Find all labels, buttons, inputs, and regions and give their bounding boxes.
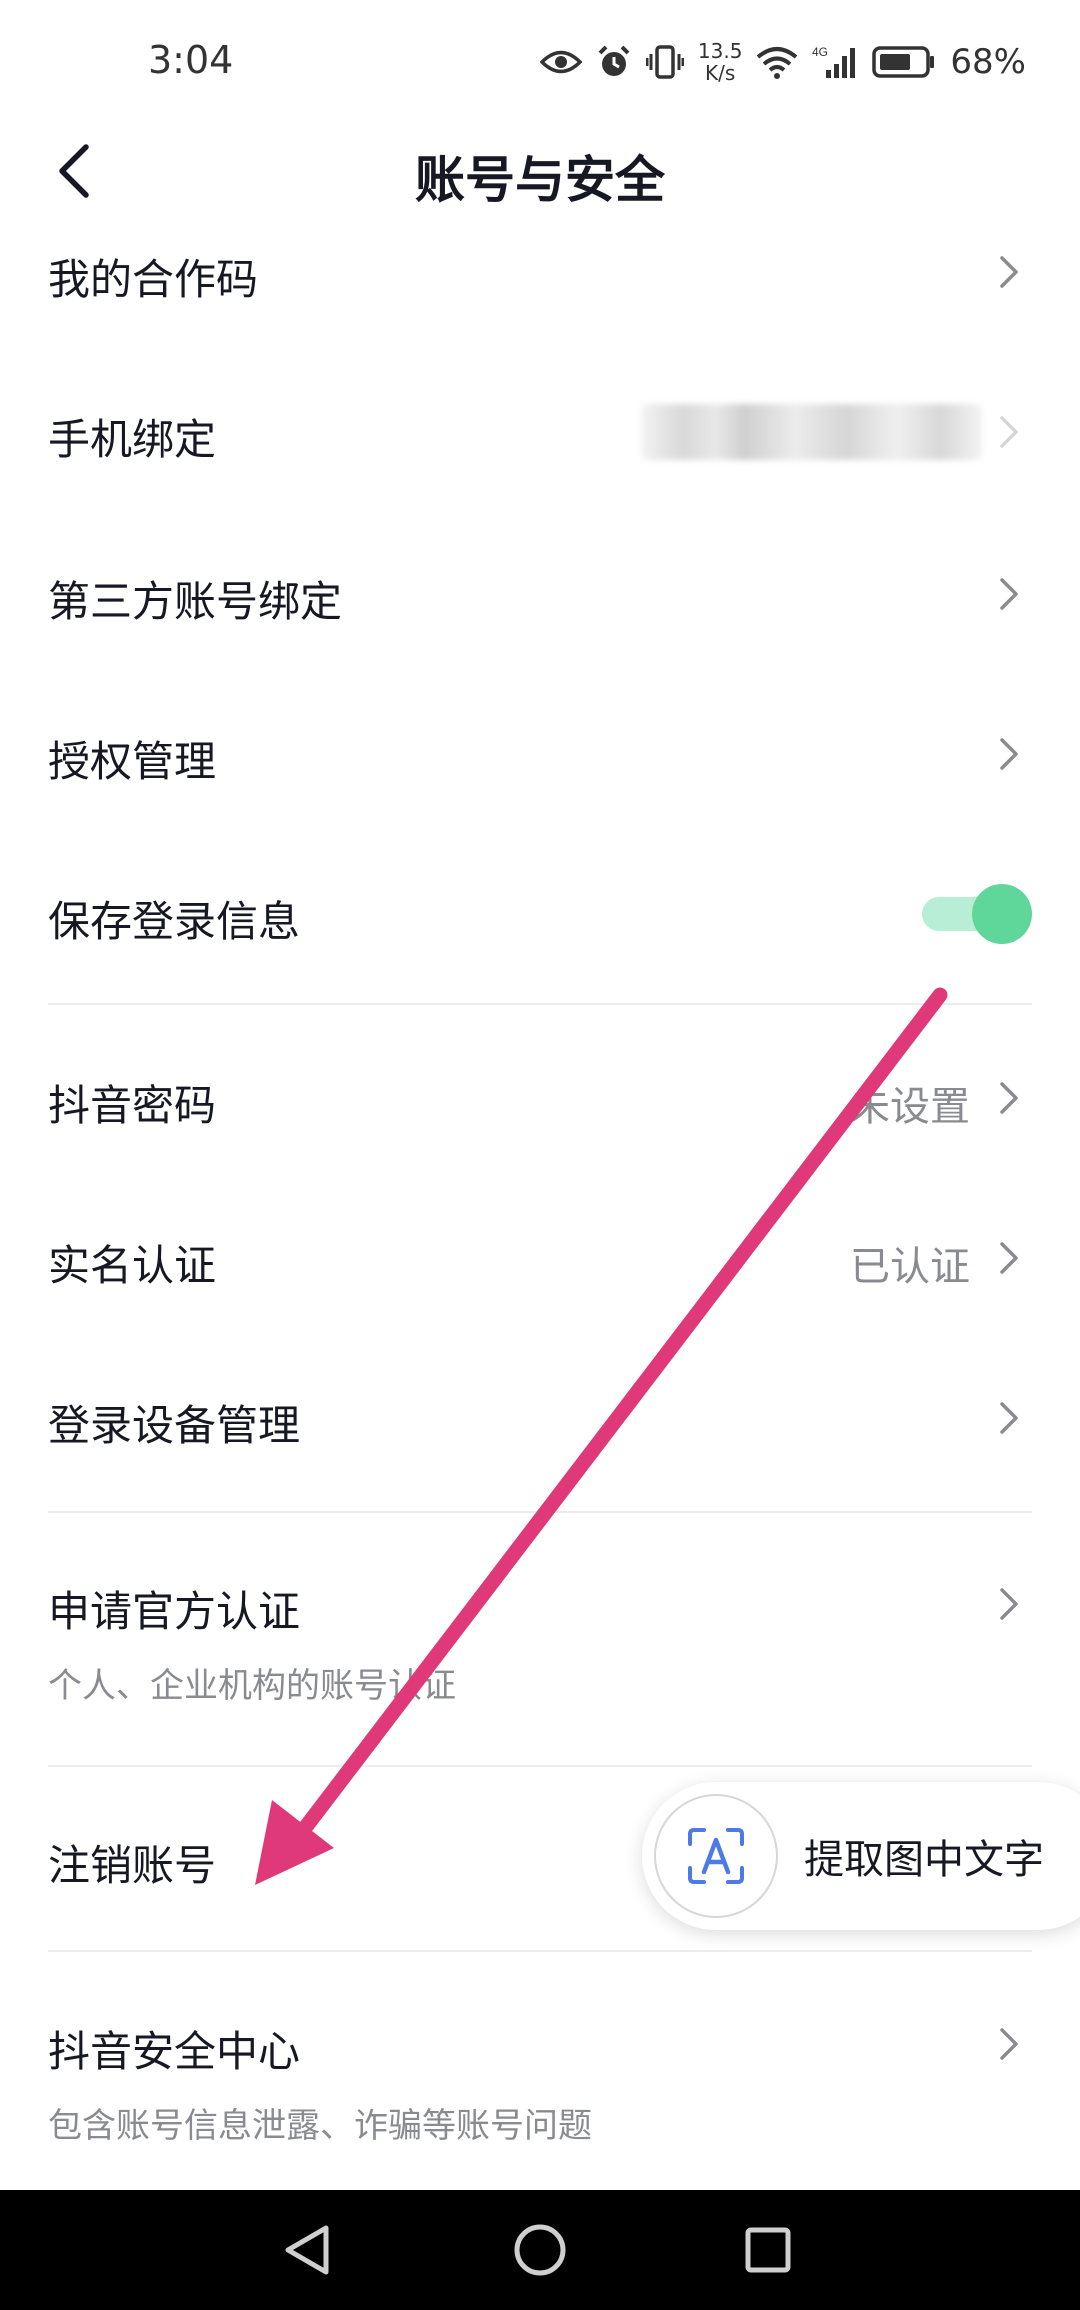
list-item-real-name[interactable]: 实名认证 已认证 (48, 1218, 1032, 1298)
password-label: 抖音密码 (48, 1081, 217, 1130)
list-item-security-center[interactable]: 抖音安全中心 包含账号信息泄露、诈骗等账号问题 (48, 2002, 1032, 2152)
status-icons: 13.5 K/s 4G 68% (539, 36, 1026, 88)
triangle-back-icon (285, 2225, 329, 2275)
page-title: 账号与安全 (415, 151, 665, 209)
official-verify-label: 申请官方认证 (48, 1587, 301, 1636)
net-speed: 13.5 K/s (698, 40, 743, 84)
cooperation-code-label: 我的合作码 (48, 255, 259, 304)
list-item-official-verify[interactable]: 申请官方认证 个人、企业机构的账号认证 (48, 1562, 1032, 1712)
text-scan-icon (688, 1828, 744, 1884)
divider (48, 1950, 1032, 1952)
list-item-third-party-binding[interactable]: 第三方账号绑定 (48, 554, 1032, 634)
chevron-right-icon (1000, 256, 1018, 288)
battery-icon (872, 45, 936, 79)
deactivate-label: 注销账号 (48, 1841, 217, 1890)
alarm-icon (596, 44, 632, 80)
chevron-right-icon (1000, 1242, 1018, 1274)
extract-text-button[interactable]: 提取图中文字 (642, 1782, 1080, 1930)
list-item-devices[interactable]: 登录设备管理 (48, 1378, 1032, 1458)
circle-home-icon (514, 2224, 566, 2276)
divider (48, 1003, 1032, 1005)
eye-icon (539, 47, 582, 77)
nav-back-button[interactable] (268, 2210, 348, 2290)
real-name-label: 实名认证 (48, 1241, 217, 1290)
toggle-knob (972, 884, 1032, 944)
cellular-signal-icon: 4G (812, 44, 858, 80)
third-party-binding-label: 第三方账号绑定 (48, 577, 343, 626)
chevron-right-icon (1000, 2028, 1018, 2060)
password-status: 未设置 (850, 1084, 970, 1130)
list-item-save-login: 保存登录信息 (48, 874, 1032, 954)
square-recents-icon (745, 2227, 791, 2273)
nav-home-button[interactable] (500, 2210, 580, 2290)
system-nav-bar (0, 2190, 1080, 2310)
list-item-authorization[interactable]: 授权管理 (48, 714, 1032, 794)
app-header: 账号与安全 (0, 120, 1080, 220)
security-center-label: 抖音安全中心 (48, 2027, 301, 2076)
phone-binding-label: 手机绑定 (48, 415, 217, 464)
list-item-phone-binding[interactable]: 手机绑定 (48, 392, 1032, 472)
divider (48, 1765, 1032, 1767)
list-item-cooperation-code[interactable]: 我的合作码 (48, 232, 1032, 312)
list-item-password[interactable]: 抖音密码 未设置 (48, 1058, 1032, 1138)
security-center-subtitle: 包含账号信息泄露、诈骗等账号问题 (48, 2106, 592, 2146)
chevron-right-icon (1000, 1588, 1018, 1620)
net-speed-value: 13.5 (697, 39, 743, 63)
save-login-label: 保存登录信息 (48, 897, 301, 946)
chevron-right-icon (1000, 1082, 1018, 1114)
save-login-toggle[interactable] (922, 884, 1032, 944)
network-type: 4G (812, 45, 828, 59)
chevron-right-icon (1000, 1402, 1018, 1434)
authorization-label: 授权管理 (48, 737, 217, 786)
vibrate-icon (645, 44, 684, 80)
net-speed-unit: K/s (705, 61, 736, 85)
extract-text-label: 提取图中文字 (804, 1837, 1044, 1883)
chevron-right-icon (1000, 578, 1018, 610)
chevron-right-icon (1000, 738, 1018, 770)
status-bar: 3:04 13.5 K/s 4G 68% (0, 0, 1080, 120)
battery-percent: 68% (950, 42, 1026, 82)
divider (48, 1511, 1032, 1513)
annotation-arrow (255, 987, 948, 1885)
devices-label: 登录设备管理 (48, 1401, 301, 1450)
real-name-status: 已认证 (850, 1244, 970, 1290)
nav-recents-button[interactable] (728, 2210, 808, 2290)
status-time: 3:04 (148, 38, 234, 82)
blurred-phone-number (642, 404, 982, 460)
official-verify-subtitle: 个人、企业机构的账号认证 (48, 1666, 456, 1706)
chevron-right-icon (1000, 416, 1018, 448)
wifi-icon (756, 45, 798, 79)
ocr-icon-circle (654, 1794, 778, 1918)
screen: 3:04 13.5 K/s 4G 68% 账号与安全 我的合作码 手机绑定 第三… (0, 0, 1080, 2310)
